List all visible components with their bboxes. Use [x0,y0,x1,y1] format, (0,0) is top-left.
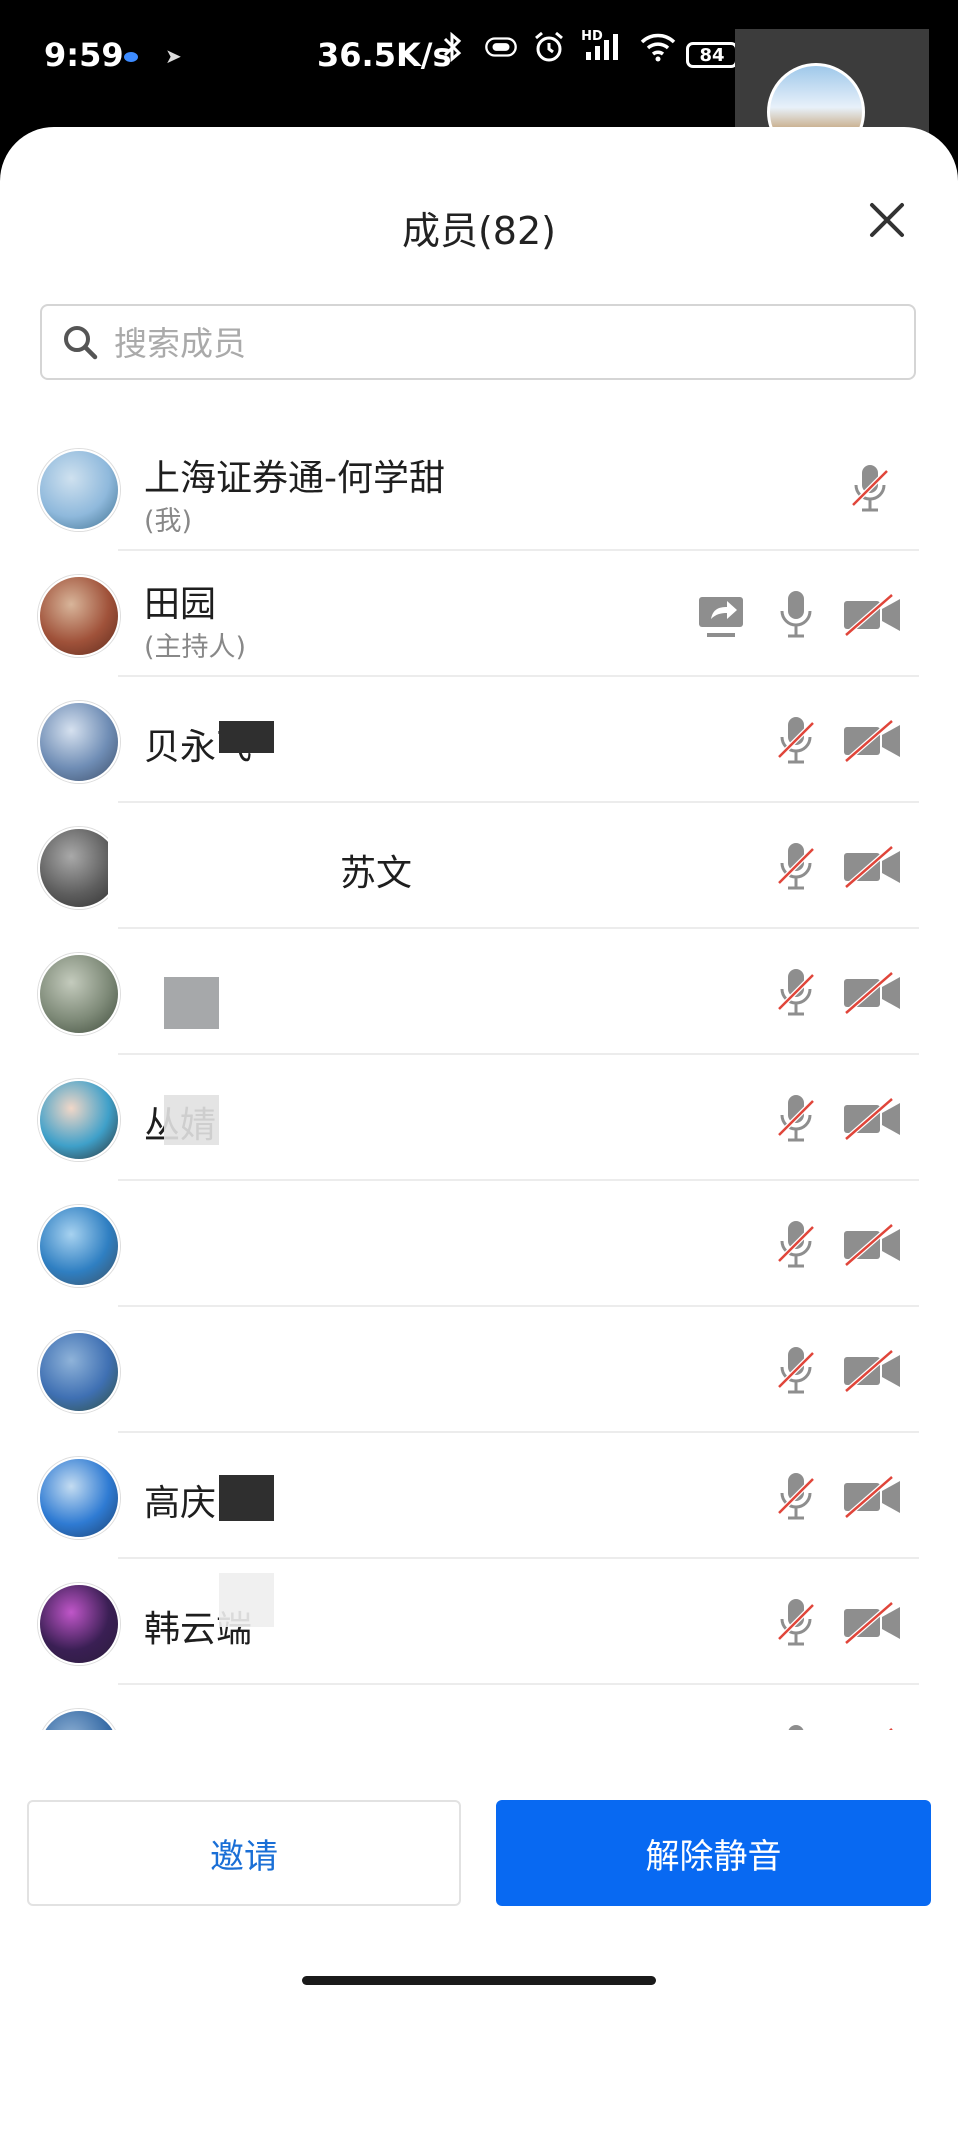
battery-icon: 84 [686,42,743,68]
bluetooth-icon [436,30,470,64]
home-indicator[interactable] [302,1976,656,1985]
unmute-button[interactable]: 解除静音 [496,1800,931,1906]
member-list: 上海证券通-何学甜 (我) 田园 (主持人) 贝永飞 苏文 高庆 韩云端 [0,425,958,1878]
camera-off-icon[interactable] [842,839,902,895]
status-icons: HD [436,28,678,64]
close-button[interactable] [862,195,912,245]
avatar [38,1079,120,1161]
member-name: 高庆 [144,1483,217,1524]
member-row[interactable]: 田园 (主持人) [0,551,958,677]
mic-muted-icon[interactable] [777,1595,815,1651]
member-row[interactable] [0,1307,958,1433]
member-name: 上海证券通-何学甜 [144,458,445,499]
signal-icon: HD [580,28,624,64]
mic-muted-icon[interactable] [777,1469,815,1525]
mic-icon[interactable] [777,587,815,643]
wifi-icon [638,30,678,64]
alarm-icon [532,30,566,64]
member-row[interactable]: 贝永飞 [0,677,958,803]
floating-video-window[interactable] [735,29,929,139]
mic-muted-icon[interactable] [777,965,815,1021]
redaction-block [219,721,274,753]
avatar [38,1331,120,1413]
redaction-block [108,807,340,919]
mic-muted-icon[interactable] [777,1217,815,1273]
camera-off-icon[interactable] [842,1469,902,1525]
screen-share-icon [699,597,743,637]
member-role: (我) [144,506,193,537]
close-icon [870,203,904,237]
camera-off-icon[interactable] [842,1343,902,1399]
camera-off-icon[interactable] [842,587,902,643]
avatar [38,1457,120,1539]
member-row[interactable]: 丛婧 [0,1055,958,1181]
avatar [38,1205,120,1287]
page-title: 成员(82) [401,209,556,253]
redaction-block [164,977,219,1029]
avatar [38,701,120,783]
search-box[interactable] [40,304,916,380]
search-icon [64,326,98,360]
avatar [38,1583,120,1665]
member-row[interactable]: 苏文 [0,803,958,929]
avatar [38,953,120,1035]
mic-muted-icon[interactable] [777,713,815,769]
redaction-block [219,1573,274,1627]
member-name: 苏文 [340,853,413,894]
net-speed: 36.5K/s [317,36,452,74]
avatar [38,449,120,531]
search-input[interactable] [112,306,896,380]
mic-muted-icon[interactable] [777,1343,815,1399]
mic-muted-icon[interactable] [851,461,889,517]
camera-off-icon[interactable] [842,1217,902,1273]
member-role: (主持人) [144,632,247,663]
mic-muted-icon[interactable] [777,839,815,895]
vibrate-icon [484,30,518,64]
member-row[interactable]: 韩云端 [0,1559,958,1685]
member-row[interactable] [0,1181,958,1307]
avatar [38,575,120,657]
notification-dot-icon [124,52,138,62]
member-name: 田园 [144,584,217,625]
redaction-block [164,1095,219,1145]
camera-off-icon[interactable] [842,713,902,769]
member-row[interactable]: 上海证券通-何学甜 (我) [0,425,958,551]
hd-label: HD [581,28,603,44]
camera-off-icon[interactable] [842,965,902,1021]
status-time: 9:59 [44,36,124,74]
location-arrow-icon: ➤ [165,44,182,68]
member-row[interactable]: 高庆 [0,1433,958,1559]
status-bar: 9:59 ➤ 36.5K/s HD 84 [0,0,958,139]
footer-bar: 邀请 解除静音 [0,1730,958,2002]
invite-button[interactable]: 邀请 [27,1800,461,1906]
mic-muted-icon[interactable] [777,1091,815,1147]
redaction-block [219,1475,274,1521]
camera-off-icon[interactable] [842,1595,902,1651]
camera-off-icon[interactable] [842,1091,902,1147]
member-row[interactable] [0,929,958,1055]
